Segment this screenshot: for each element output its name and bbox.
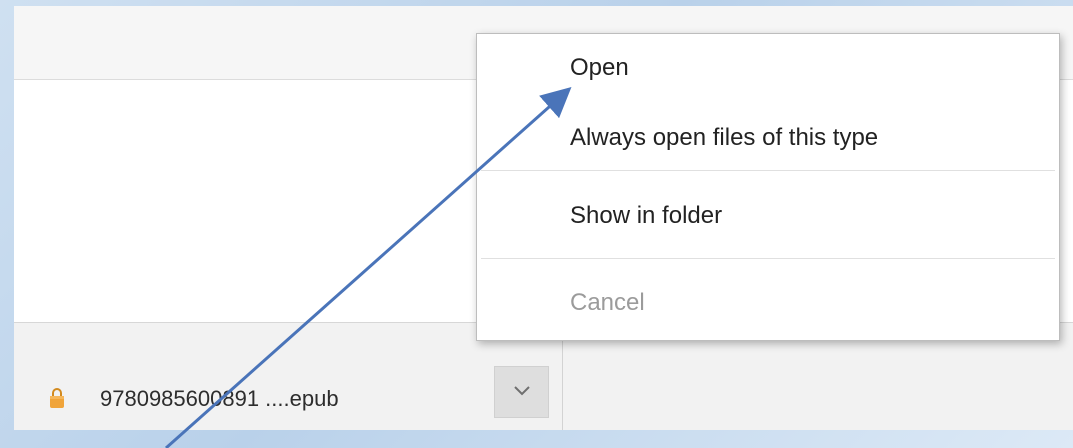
menu-item-label: Open bbox=[570, 54, 629, 81]
menu-item-label: Always open files of this type bbox=[570, 124, 879, 151]
lock-icon bbox=[48, 387, 66, 409]
menu-item-always-open[interactable]: Always open files of this type bbox=[477, 126, 1059, 166]
menu-item-open[interactable]: Open bbox=[477, 56, 1059, 96]
download-file-name[interactable]: 9780985600891 ....epub bbox=[100, 386, 339, 412]
download-context-menu: Open Always open files of this type Show… bbox=[476, 33, 1060, 341]
chevron-down-icon bbox=[514, 386, 530, 396]
menu-separator bbox=[481, 170, 1055, 171]
download-dropdown-button[interactable] bbox=[494, 366, 549, 418]
menu-item-label: Show in folder bbox=[570, 202, 723, 229]
menu-separator bbox=[481, 258, 1055, 259]
menu-item-cancel: Cancel bbox=[477, 291, 1059, 331]
menu-item-label: Cancel bbox=[570, 289, 645, 316]
menu-item-show-in-folder[interactable]: Show in folder bbox=[477, 204, 1059, 244]
